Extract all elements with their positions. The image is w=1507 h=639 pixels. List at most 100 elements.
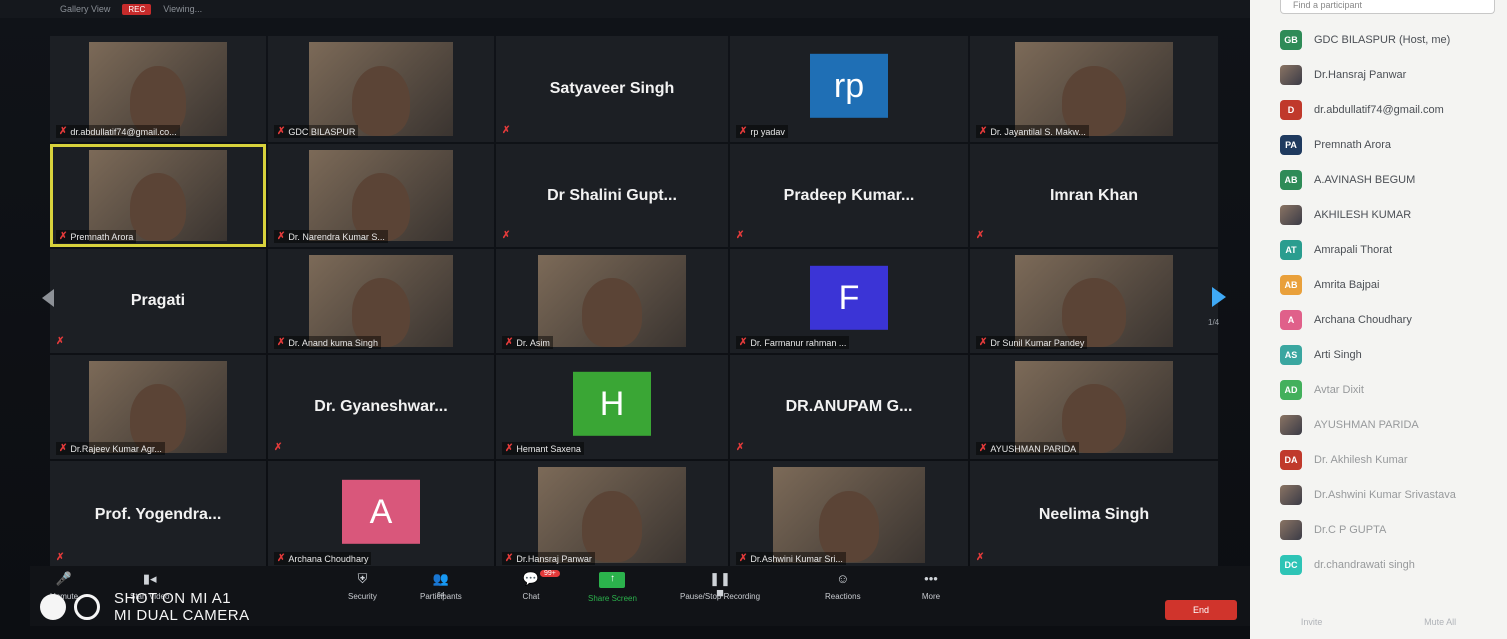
video-tile[interactable]: Neelima Singh ✗ (970, 461, 1218, 569)
video-tile[interactable]: H ✗ Hemant Saxena (496, 355, 728, 459)
video-feed (537, 255, 687, 347)
video-feed (537, 467, 687, 563)
participant-row[interactable]: AYUSHMAN PARIDA (1280, 413, 1419, 437)
watermark-ring-icon (74, 594, 100, 620)
video-tile[interactable]: ✗ Dr. Narendra Kumar S... (268, 144, 494, 247)
video-tile[interactable]: ✗ Dr.Ashwini Kumar Sri... (730, 461, 968, 569)
participant-name: Pradeep Kumar... (783, 186, 915, 204)
tile-label: ✗ AYUSHMAN PARIDA (976, 442, 1080, 455)
video-tile[interactable]: ✗ Dr Sunil Kumar Pandey (970, 249, 1218, 353)
mic-muted-icon: ✗ (739, 337, 748, 348)
gallery-view-toggle[interactable]: Gallery View (60, 4, 110, 14)
recording-label: Pause/Stop Recording (680, 592, 761, 601)
participant-name: Dr. Farmanur rahman ... (750, 337, 847, 348)
participant-row[interactable]: GB GDC BILASPUR (Host, me) (1280, 28, 1450, 52)
video-tile[interactable]: ✗ AYUSHMAN PARIDA (970, 355, 1218, 459)
video-tile[interactable]: Dr. Gyaneshwar... ✗ (268, 355, 494, 459)
tile-label: ✗ dr.abdullatif74@gmail.co... (56, 125, 180, 138)
participant-row[interactable]: DA Dr. Akhilesh Kumar (1280, 448, 1408, 472)
video-tile[interactable]: ✗ GDC BILASPUR (268, 36, 494, 142)
participant-row-name: Avtar Dixit (1314, 384, 1364, 396)
participant-row[interactable]: DC dr.chandrawati singh (1280, 553, 1415, 577)
participant-row[interactable]: Dr.Ashwini Kumar Srivastava (1280, 483, 1456, 507)
mic-muted-icon: ✗ (277, 231, 286, 242)
tile-label: ✗ Dr. Narendra Kumar S... (274, 230, 388, 243)
next-page-arrow-icon[interactable] (1212, 287, 1226, 307)
initials-avatar: A (1280, 310, 1302, 330)
mute-all-button[interactable]: Mute All (1424, 617, 1456, 627)
mic-muted-icon: ✗ (736, 442, 745, 453)
initials-avatar: PA (1280, 135, 1302, 155)
video-tile[interactable]: F ✗ Dr. Farmanur rahman ... (730, 249, 968, 353)
reactions-button[interactable]: ☺ Reactions (825, 571, 861, 602)
video-feed (308, 42, 454, 136)
participant-row[interactable]: AD Avtar Dixit (1280, 378, 1364, 402)
page-indicator: 1/4 (1208, 318, 1220, 327)
video-tile[interactable]: rp ✗ rp yadav (730, 36, 968, 142)
video-feed (308, 255, 454, 347)
participants-button[interactable]: 👥64 Participants (420, 571, 462, 602)
security-button[interactable]: ⛨ Security (348, 572, 377, 602)
video-tile[interactable]: ✗ Dr. Asim (496, 249, 728, 353)
pause-stop-recording-button[interactable]: ❚❚ ■ Pause/Stop Recording (680, 572, 761, 602)
video-tile[interactable]: Prof. Yogendra... ✗ (50, 461, 266, 569)
chat-button[interactable]: 💬 99+ Chat (520, 570, 560, 601)
video-tile[interactable]: ✗ Premnath Arora (50, 144, 266, 247)
participant-row[interactable]: AB A.AVINASH BEGUM (1280, 168, 1415, 192)
participant-row[interactable]: AB Amrita Bajpai (1280, 273, 1379, 297)
end-meeting-button[interactable]: End (1165, 600, 1237, 620)
gallery-grid: ✗ dr.abdullatif74@gmail.co... ✗ GDC BILASPU… (50, 36, 1218, 569)
video-feed (88, 150, 228, 241)
participant-row[interactable]: PA Premnath Arora (1280, 133, 1391, 157)
more-button[interactable]: ••• More (920, 572, 942, 602)
share-screen-icon: ↑ (599, 572, 626, 588)
participant-row[interactable]: AKHILESH KUMAR (1280, 203, 1411, 227)
video-camera-icon: ▮◂ (142, 571, 157, 586)
participant-row[interactable]: A Archana Choudhary (1280, 308, 1412, 332)
participant-name: Dr.Hansraj Panwar (516, 553, 592, 564)
video-tile[interactable]: ✗ Dr.Rajeev Kumar Agr... (50, 355, 266, 459)
mic-muted-icon: ✗ (59, 231, 68, 242)
participant-name: Satyaveer Singh (549, 80, 675, 97)
tile-label: ✗ Dr. Farmanur rahman ... (736, 336, 850, 349)
chat-label: Chat (522, 592, 540, 601)
participant-row-name: Amrapali Thorat (1314, 244, 1393, 256)
video-tile[interactable]: Imran Khan ✗ (970, 144, 1218, 247)
video-tile[interactable]: ✗ dr.abdullatif74@gmail.co... (50, 36, 266, 142)
video-feed (772, 467, 926, 563)
profile-photo (1280, 485, 1302, 505)
participant-row[interactable]: Dr.Hansraj Panwar (1280, 63, 1406, 87)
participant-row[interactable]: Ddr.abdullatif74@gmail.com (1280, 98, 1444, 122)
smiley-icon: ☺ (836, 571, 850, 586)
video-tile[interactable]: DR.ANUPAM G... ✗ (730, 355, 968, 459)
previous-page-arrow-icon[interactable] (42, 289, 54, 307)
mic-muted-icon: ✗ (979, 443, 988, 454)
video-tile[interactable]: A ✗ Archana Choudhary (268, 461, 494, 569)
watermark-dot-icon (40, 594, 66, 620)
person-silhouette (582, 278, 642, 347)
invite-button[interactable]: Invite (1301, 617, 1323, 627)
participant-row[interactable]: AT Amrapali Thorat (1280, 238, 1392, 262)
initials-avatar: AB (1280, 170, 1302, 190)
video-tile[interactable]: Dr Shalini Gupt... ✗ (496, 144, 728, 247)
watermark-line2: MI DUAL CAMERA (114, 607, 250, 624)
video-tile[interactable]: ✗ Dr.Hansraj Panwar (496, 461, 728, 569)
video-tile[interactable]: ✗ Dr. Jayantilal S. Makw... (970, 36, 1218, 142)
participant-row-name: Dr.Ashwini Kumar Srivastava (1314, 489, 1456, 501)
participant-search-input[interactable]: Find a participant (1280, 0, 1495, 14)
mic-muted-icon: ✗ (277, 126, 286, 137)
video-tile[interactable]: Satyaveer Singh ✗ (496, 36, 728, 142)
video-tile[interactable]: Pradeep Kumar... ✗ (730, 144, 968, 247)
share-screen-button[interactable]: ↑ Share Screen (588, 572, 637, 603)
video-tile[interactable]: ✗ Dr. Anand kuma Singh (268, 249, 494, 353)
participants-panel: Find a participant GB GDC BILASPUR (Host,… (1250, 0, 1507, 639)
tile-label: ✗ rp yadav (736, 125, 788, 138)
participant-name: Prof. Yogendra... (94, 506, 222, 523)
participant-row[interactable]: Dr.C P GUPTA (1280, 518, 1386, 542)
participant-row[interactable]: AS Arti Singh (1280, 343, 1362, 367)
participants-icon: 👥64 (432, 571, 449, 600)
viewing-label: Viewing... (163, 4, 203, 14)
video-tile[interactable]: Pragati ✗ (50, 249, 266, 353)
participant-row-name: AKHILESH KUMAR (1314, 209, 1412, 221)
participant-row-name: dr.abdullatif74@gmail.com (1314, 104, 1444, 116)
